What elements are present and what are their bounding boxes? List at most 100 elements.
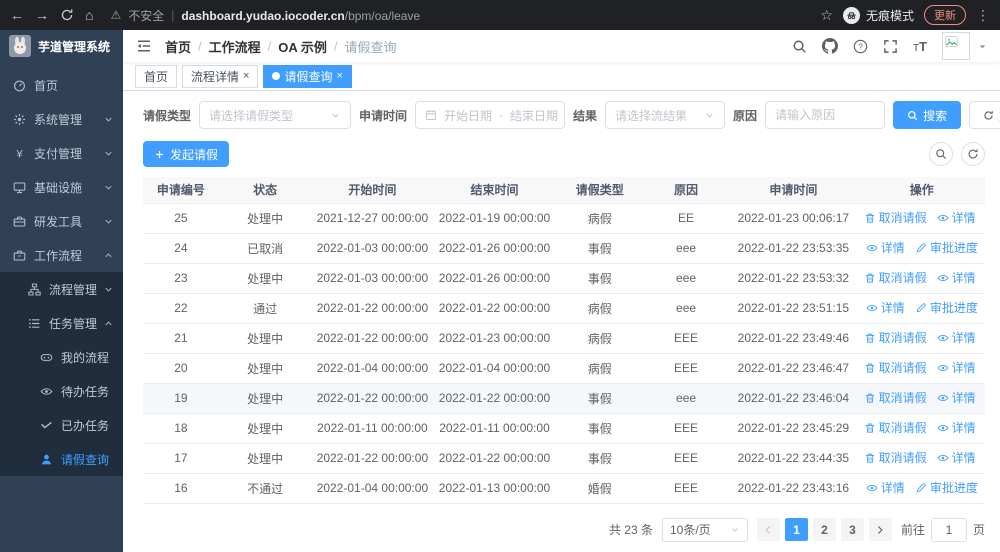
- table-row[interactable]: 21 处理中 2022-01-22 00:00:00 2022-01-23 00:00…: [143, 323, 985, 354]
- chevron-up-icon: [103, 318, 114, 329]
- bookmark-star-icon[interactable]: ☆: [820, 8, 833, 22]
- cell-reason: eee: [643, 383, 729, 414]
- browser-home-icon[interactable]: ⌂: [85, 8, 93, 22]
- sidebar-item-1[interactable]: 系统管理: [0, 102, 123, 136]
- cell-status: 处理中: [218, 263, 312, 294]
- detail-link[interactable]: 详情: [937, 329, 976, 346]
- browser-menu-icon[interactable]: ⋮: [976, 7, 990, 24]
- tag-1[interactable]: 流程详情 ×: [182, 64, 259, 88]
- sidebar-item-label: 系统管理: [34, 112, 83, 127]
- sidebar-item-7[interactable]: 任务管理: [0, 306, 123, 340]
- breadcrumb-item-1[interactable]: 工作流程: [209, 37, 261, 56]
- next-page-button[interactable]: [868, 518, 892, 541]
- cell-start_time: 2021-12-27 00:00:00: [311, 203, 434, 234]
- tag-close-icon[interactable]: ×: [336, 70, 342, 82]
- detail-link[interactable]: 详情: [937, 359, 976, 376]
- cancel-leave-link[interactable]: 取消请假: [864, 269, 927, 286]
- approval-progress-link[interactable]: 审批进度: [915, 299, 978, 316]
- cell-apply_time: 2022-01-22 23:43:16: [728, 473, 859, 504]
- breadcrumb-separator: /: [267, 38, 272, 54]
- pagination: 共 23 条 10条/页 123 前往 1 页: [143, 517, 985, 542]
- goto-page-input[interactable]: [930, 517, 967, 542]
- page-size-select[interactable]: 10条/页: [661, 517, 748, 542]
- browser-update-button[interactable]: 更新: [924, 5, 966, 25]
- table-row[interactable]: 23 处理中 2022-01-03 00:00:00 2022-01-26 00:00…: [143, 263, 985, 294]
- sidebar-item-0[interactable]: 首页: [0, 68, 123, 102]
- address-bar[interactable]: ⚠ 不安全 | dashboard.yudao.iocoder.cn/bpm/o…: [110, 7, 809, 24]
- detail-link[interactable]: 详情: [866, 239, 905, 256]
- cancel-leave-link[interactable]: 取消请假: [864, 449, 927, 466]
- detail-link[interactable]: 详情: [866, 479, 905, 496]
- reason-input[interactable]: [775, 108, 876, 122]
- page-button-2[interactable]: 2: [812, 518, 836, 541]
- page-button-1[interactable]: 1: [784, 518, 808, 541]
- column-header-0: 申请编号: [143, 177, 219, 204]
- sidebar-item-9[interactable]: 待办任务: [0, 374, 123, 408]
- search-button[interactable]: 搜索: [893, 101, 962, 129]
- tag-0[interactable]: 首页: [135, 64, 178, 88]
- sidebar-item-8[interactable]: 我的流程: [0, 340, 123, 374]
- approval-progress-link[interactable]: 审批进度: [915, 239, 978, 256]
- page-button-3[interactable]: 3: [840, 518, 864, 541]
- sidebar-item-4[interactable]: 研发工具: [0, 204, 123, 238]
- leave-type-select[interactable]: 请选择请假类型: [199, 101, 352, 129]
- fullscreen-icon[interactable]: [883, 39, 898, 54]
- cell-status: 处理中: [218, 353, 312, 384]
- table-row[interactable]: 20 处理中 2022-01-04 00:00:00 2022-01-04 00:00…: [143, 353, 985, 384]
- sidebar-item-3[interactable]: 基础设施: [0, 170, 123, 204]
- sidebar-item-label: 支付管理: [34, 146, 83, 161]
- create-leave-button[interactable]: 发起请假: [143, 141, 230, 167]
- result-select[interactable]: 请选择流结果: [605, 101, 726, 129]
- sidebar-item-5[interactable]: 工作流程: [0, 238, 123, 272]
- prev-page-button[interactable]: [756, 518, 780, 541]
- user-avatar[interactable]: [942, 32, 970, 60]
- github-icon[interactable]: [822, 38, 839, 54]
- font-size-icon[interactable]: тT: [913, 39, 927, 54]
- cancel-leave-link[interactable]: 取消请假: [864, 359, 927, 376]
- table-row[interactable]: 22 通过 2022-01-22 00:00:00 2022-01-22 00:00:…: [143, 293, 985, 324]
- table-row[interactable]: 25 处理中 2021-12-27 00:00:00 2022-01-19 00:00…: [143, 203, 985, 234]
- cancel-leave-link[interactable]: 取消请假: [864, 329, 927, 346]
- sidebar-item-11[interactable]: 请假查询: [0, 442, 123, 476]
- detail-link[interactable]: 详情: [937, 419, 976, 436]
- refresh-table-button[interactable]: [961, 142, 985, 166]
- detail-link[interactable]: 详情: [937, 389, 976, 406]
- browser-reload-icon[interactable]: [60, 8, 74, 22]
- table-row[interactable]: 18 处理中 2022-01-11 00:00:00 2022-01-11 00:00…: [143, 413, 985, 444]
- apply-time-range-picker[interactable]: 开始日期 - 结束日期: [415, 101, 566, 129]
- avatar-caret-icon[interactable]: [978, 42, 987, 51]
- help-icon[interactable]: ?: [853, 39, 868, 54]
- column-header-5: 原因: [643, 177, 729, 204]
- cell-start_time: 2022-01-11 00:00:00: [311, 413, 434, 444]
- reset-button[interactable]: 重置: [969, 101, 1000, 129]
- sidebar-item-10[interactable]: 已办任务: [0, 408, 123, 442]
- detail-link[interactable]: 详情: [937, 449, 976, 466]
- sidebar-item-2[interactable]: ¥ 支付管理: [0, 136, 123, 170]
- breadcrumb-item-0[interactable]: 首页: [165, 37, 191, 56]
- table-row[interactable]: 19 处理中 2022-01-22 00:00:00 2022-01-22 00:00…: [143, 383, 985, 414]
- cancel-leave-link[interactable]: 取消请假: [864, 209, 927, 226]
- table-row[interactable]: 16 不通过 2022-01-04 00:00:00 2022-01-13 00:00…: [143, 473, 985, 504]
- table-row[interactable]: 24 已取消 2022-01-03 00:00:00 2022-01-26 00:00…: [143, 233, 985, 264]
- sidebar-item-6[interactable]: 流程管理: [0, 272, 123, 306]
- search-icon[interactable]: [792, 39, 807, 54]
- table-row[interactable]: 17 处理中 2022-01-22 00:00:00 2022-01-22 00:00…: [143, 443, 985, 474]
- detail-link[interactable]: 详情: [866, 299, 905, 316]
- breadcrumb-item-2[interactable]: OA 示例: [278, 37, 327, 56]
- tag-close-icon[interactable]: ×: [243, 70, 249, 82]
- active-tag-dot: [272, 72, 281, 80]
- sidebar-item-label: 基础设施: [34, 180, 83, 195]
- cell-reason: eee: [643, 293, 729, 324]
- detail-link[interactable]: 详情: [937, 269, 976, 286]
- tag-2[interactable]: 请假查询 ×: [263, 64, 352, 88]
- browser-back-icon[interactable]: ←: [10, 8, 24, 22]
- cancel-leave-link[interactable]: 取消请假: [864, 419, 927, 436]
- sidebar-logo-row[interactable]: 芋道管理系统: [0, 30, 123, 62]
- browser-forward-icon[interactable]: →: [35, 8, 49, 22]
- approval-progress-link[interactable]: 审批进度: [915, 479, 978, 496]
- cancel-leave-link[interactable]: 取消请假: [864, 389, 927, 406]
- detail-link[interactable]: 详情: [937, 209, 976, 226]
- sidebar-collapse-icon[interactable]: [136, 38, 152, 54]
- cell-reason: eee: [643, 233, 729, 264]
- toggle-search-button[interactable]: [929, 142, 953, 166]
